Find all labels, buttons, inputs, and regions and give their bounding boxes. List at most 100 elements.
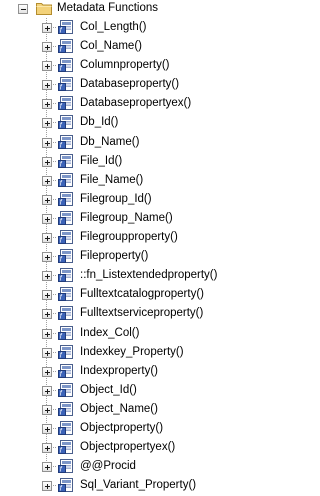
tree-node-function[interactable]: f Filegroupproperty() xyxy=(0,228,228,247)
tree-node-function[interactable]: f Sql_Variant_Property() xyxy=(0,476,228,495)
tree-node-metadata-functions[interactable]: Metadata Functions xyxy=(0,0,228,18)
expand-icon[interactable] xyxy=(42,462,52,473)
function-icon: f xyxy=(58,363,74,379)
tree-node-label: ::fn_Listextendedproperty() xyxy=(80,269,218,282)
function-icon: f xyxy=(58,305,74,321)
tree-node-label: Indexproperty() xyxy=(80,364,158,377)
expand-icon[interactable] xyxy=(42,80,52,91)
tree-node-function[interactable]: f Databasepropertyex() xyxy=(0,94,228,113)
function-icon: f xyxy=(58,114,74,130)
function-icon: f xyxy=(58,477,74,493)
tree-node-function[interactable]: f Filegroup_Id() xyxy=(0,190,228,209)
expand-icon[interactable] xyxy=(42,271,52,282)
tree-node-function[interactable]: f Indexproperty() xyxy=(0,362,228,381)
tree-node-function[interactable]: f Objectpropertyex() xyxy=(0,438,228,457)
tree-node-label: Db_Name() xyxy=(80,135,140,148)
tree-node-label: Object_Id() xyxy=(80,383,137,396)
function-icon: f xyxy=(58,344,74,360)
tree-node-label: Objectproperty() xyxy=(80,421,164,434)
expand-icon[interactable] xyxy=(42,23,52,33)
expand-icon[interactable] xyxy=(42,328,52,339)
tree-node-function[interactable]: f Object_Name() xyxy=(0,400,228,419)
tree-node-function[interactable]: f::fn_Listextendedproperty() xyxy=(0,266,228,285)
tree-node-label: Sql_Variant_Property() xyxy=(80,479,197,492)
expand-icon[interactable] xyxy=(42,42,52,53)
tree-node-label: Metadata Functions xyxy=(57,2,159,14)
function-icon: f xyxy=(58,401,74,417)
expand-icon[interactable] xyxy=(42,61,52,72)
tree-node-label: @@Procid xyxy=(80,460,136,473)
tree-node-label: File_Id() xyxy=(80,154,123,167)
tree-node-function[interactable]: f @@Procid xyxy=(0,457,228,476)
function-icon: f xyxy=(58,382,74,398)
function-icon: f xyxy=(58,19,74,35)
function-icon: f xyxy=(58,229,74,245)
tree-node-function[interactable]: f Col_Name() xyxy=(0,37,228,56)
tree-node-label: Col_Length() xyxy=(80,21,147,33)
tree-node-function[interactable]: f Fulltextcatalogproperty() xyxy=(0,285,228,304)
expand-icon[interactable] xyxy=(42,347,52,358)
tree-node-label: Object_Name() xyxy=(80,402,158,415)
function-icon: f xyxy=(58,153,74,169)
expand-icon[interactable] xyxy=(42,233,52,244)
tree-node-label: Indexkey_Property() xyxy=(80,345,184,358)
tree-node-label: Db_Id() xyxy=(80,116,119,129)
tree-node-label: Columnproperty() xyxy=(80,59,170,72)
tree-node-label: File_Name() xyxy=(80,173,144,186)
tree-node-function[interactable]: f Fileproperty() xyxy=(0,247,228,266)
function-icon: f xyxy=(58,134,74,150)
function-icon: f xyxy=(58,57,74,73)
tree-node-function[interactable]: f Objectproperty() xyxy=(0,419,228,438)
function-icon: f xyxy=(58,439,74,455)
tree-node-function[interactable]: f Col_Length() xyxy=(0,18,228,37)
tree-node-function[interactable]: f File_Name() xyxy=(0,171,228,190)
expand-icon[interactable] xyxy=(42,213,52,224)
tree-node-function[interactable]: f Indexkey_Property() xyxy=(0,343,228,362)
function-icon: f xyxy=(58,458,74,474)
expand-icon[interactable] xyxy=(42,252,52,263)
tree-node-function[interactable]: f Db_Name() xyxy=(0,133,228,152)
tree-node-function[interactable]: f File_Id() xyxy=(0,152,228,171)
expand-icon[interactable] xyxy=(42,423,52,434)
tree-node-function[interactable]: f Fulltextserviceproperty() xyxy=(0,304,228,323)
expand-icon[interactable] xyxy=(42,290,52,301)
expand-icon[interactable] xyxy=(42,175,52,186)
function-icon: f xyxy=(58,210,74,226)
expand-icon[interactable] xyxy=(42,481,52,492)
tree-node-function[interactable]: f Db_Id() xyxy=(0,113,228,132)
expand-icon[interactable] xyxy=(42,385,52,396)
tree-node-label: Filegroup_Id() xyxy=(80,192,152,205)
collapse-icon[interactable] xyxy=(18,4,28,14)
tree-node-function[interactable]: f Columnproperty() xyxy=(0,56,228,75)
tree-node-label: Databasepropertyex() xyxy=(80,97,192,110)
tree-node-function[interactable]: f Index_Col() xyxy=(0,324,228,343)
function-icon: f xyxy=(58,286,74,302)
expand-icon[interactable] xyxy=(42,194,52,205)
function-icon: f xyxy=(58,248,74,264)
tree-node-function[interactable]: f Filegroup_Name() xyxy=(0,209,228,228)
tree-node-label: Filegroup_Name() xyxy=(80,211,173,224)
expand-icon[interactable] xyxy=(42,443,52,454)
tree-node-label: Fileproperty() xyxy=(80,250,149,263)
function-icon: f xyxy=(58,267,74,283)
tree-node-function[interactable]: f Object_Id() xyxy=(0,381,228,400)
expand-icon[interactable] xyxy=(42,99,52,110)
expand-icon[interactable] xyxy=(42,404,52,415)
tree-node-label: Fulltextcatalogproperty() xyxy=(80,288,204,301)
expand-icon[interactable] xyxy=(42,309,52,320)
tree-node-label: Col_Name() xyxy=(80,40,142,53)
tree-node-label: Index_Col() xyxy=(80,326,140,339)
tree-node-label: Fulltextserviceproperty() xyxy=(80,307,204,320)
expand-icon[interactable] xyxy=(42,118,52,129)
tree-node-function[interactable]: f Databaseproperty() xyxy=(0,75,228,94)
function-icon: f xyxy=(58,76,74,92)
function-icon: f xyxy=(58,38,74,54)
expand-icon[interactable] xyxy=(42,156,52,167)
folder-icon xyxy=(36,2,52,15)
function-list: f Col_Length() f Col_Name() f Columnproperty(… xyxy=(0,18,228,495)
expand-icon[interactable] xyxy=(42,366,52,377)
tree-node-label: Objectpropertyex() xyxy=(80,441,176,454)
function-icon: f xyxy=(58,172,74,188)
expand-icon[interactable] xyxy=(42,137,52,148)
object-explorer-tree: Metadata Functions f Col_Length() f Col_Nam… xyxy=(0,0,228,495)
